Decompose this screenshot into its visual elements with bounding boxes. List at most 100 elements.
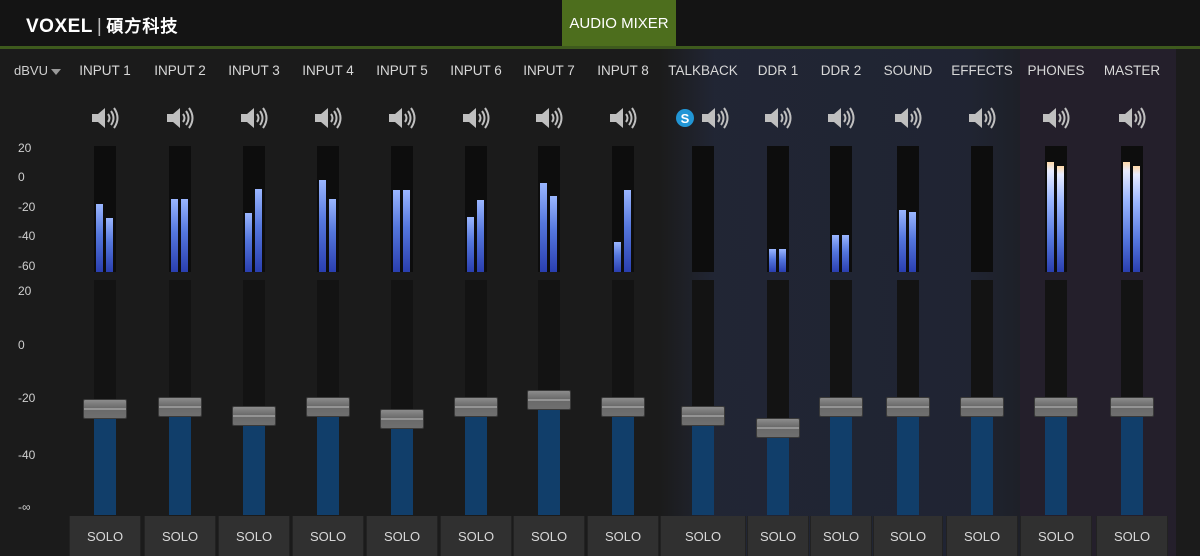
- fader-track[interactable]: [692, 280, 714, 515]
- level-meter: [391, 146, 413, 272]
- level-meter: [94, 146, 116, 272]
- brand-logo: VOXEL | 碩方科技: [26, 12, 178, 38]
- solo-button[interactable]: SOLO: [440, 516, 512, 556]
- fader-tick: 0: [18, 338, 25, 352]
- channel-label: INPUT 7: [523, 63, 575, 78]
- level-meter-right: [255, 189, 262, 272]
- speaker-icon[interactable]: [534, 104, 564, 132]
- fader-knob[interactable]: [527, 390, 571, 410]
- fader-fill: [830, 407, 852, 515]
- tab-audio-mixer[interactable]: AUDIO MIXER: [562, 0, 676, 46]
- channel-label: TALKBACK: [668, 63, 738, 78]
- level-meter-left: [899, 210, 906, 272]
- level-meter: [317, 146, 339, 272]
- fader-track[interactable]: [94, 280, 116, 515]
- fader-track[interactable]: [767, 280, 789, 515]
- fader-knob[interactable]: [960, 397, 1004, 417]
- fader-track[interactable]: [243, 280, 265, 515]
- speaker-icon[interactable]: [90, 104, 120, 132]
- solo-button[interactable]: SOLO: [946, 516, 1018, 556]
- level-meter: [897, 146, 919, 272]
- level-meter: [830, 146, 852, 272]
- fader-knob[interactable]: [232, 406, 276, 426]
- channel-label: INPUT 2: [154, 63, 206, 78]
- level-meter: [465, 146, 487, 272]
- solo-button[interactable]: SOLO: [810, 516, 872, 556]
- level-meter: [1121, 146, 1143, 272]
- solo-button[interactable]: SOLO: [660, 516, 746, 556]
- solo-button[interactable]: SOLO: [1096, 516, 1168, 556]
- fader-fill: [692, 416, 714, 515]
- fader-knob[interactable]: [83, 399, 127, 419]
- speaker-icon[interactable]: [608, 104, 638, 132]
- speaker-icon[interactable]: [165, 104, 195, 132]
- speaker-icon[interactable]: [387, 104, 417, 132]
- solo-button[interactable]: SOLO: [873, 516, 943, 556]
- speaker-icon[interactable]: [313, 104, 343, 132]
- scale-selector[interactable]: dBVU: [14, 63, 61, 78]
- fader-knob[interactable]: [158, 397, 202, 417]
- level-meter-right: [624, 190, 631, 272]
- level-meter-left: [832, 235, 839, 272]
- channel-label: EFFECTS: [951, 63, 1013, 78]
- solo-button[interactable]: SOLO: [218, 516, 290, 556]
- fader-fill: [1121, 407, 1143, 515]
- speaker-icon[interactable]: [763, 104, 793, 132]
- level-meter-left: [393, 190, 400, 272]
- fader-fill: [767, 428, 789, 515]
- level-meter: [1045, 146, 1067, 272]
- solo-button[interactable]: SOLO: [144, 516, 216, 556]
- level-meter-left: [1047, 162, 1054, 272]
- fader-fill: [538, 400, 560, 515]
- channel-label: INPUT 1: [79, 63, 131, 78]
- brand-separator: |: [96, 16, 103, 37]
- fader-knob[interactable]: [681, 406, 725, 426]
- meter-tick: -40: [18, 229, 36, 243]
- speaker-icon[interactable]: [461, 104, 491, 132]
- speaker-icon[interactable]: [893, 104, 923, 132]
- fader-track[interactable]: [391, 280, 413, 515]
- channel-label: DDR 2: [820, 63, 862, 78]
- fader-knob[interactable]: [1034, 397, 1078, 417]
- fader-tick: -40: [18, 448, 36, 462]
- scale-label: dBVU: [14, 63, 48, 78]
- solo-button[interactable]: SOLO: [747, 516, 809, 556]
- level-meter-right: [106, 218, 113, 272]
- brand-name: VOXEL: [26, 16, 93, 37]
- level-meter-left: [614, 242, 621, 272]
- speaker-icon[interactable]: [826, 104, 856, 132]
- speaker-icon[interactable]: [1041, 104, 1071, 132]
- solo-button[interactable]: SOLO: [292, 516, 364, 556]
- meter-tick: 20: [18, 141, 32, 155]
- fader-fill: [971, 407, 993, 515]
- level-meter-right: [1133, 166, 1140, 272]
- fader-fill: [897, 407, 919, 515]
- skype-icon[interactable]: S: [676, 109, 694, 127]
- fader-tick: -∞: [18, 500, 31, 514]
- fader-knob[interactable]: [380, 409, 424, 429]
- fader-knob[interactable]: [306, 397, 350, 417]
- solo-button[interactable]: SOLO: [513, 516, 585, 556]
- meter-tick: -60: [18, 259, 36, 273]
- solo-button[interactable]: SOLO: [69, 516, 141, 556]
- fader-fill: [1045, 407, 1067, 515]
- channel-label: MASTER: [1103, 63, 1161, 78]
- fader-knob[interactable]: [601, 397, 645, 417]
- solo-button[interactable]: SOLO: [1020, 516, 1092, 556]
- solo-button[interactable]: SOLO: [587, 516, 659, 556]
- speaker-icon[interactable]: [1117, 104, 1147, 132]
- brand-company: 碩方科技: [106, 17, 179, 37]
- solo-button[interactable]: SOLO: [366, 516, 438, 556]
- fader-knob[interactable]: [756, 418, 800, 438]
- fader-knob[interactable]: [819, 397, 863, 417]
- speaker-icon[interactable]: [239, 104, 269, 132]
- fader-fill: [465, 407, 487, 515]
- speaker-icon[interactable]: [700, 104, 730, 132]
- channel-label: INPUT 3: [228, 63, 280, 78]
- fader-knob[interactable]: [454, 397, 498, 417]
- fader-knob[interactable]: [1110, 397, 1154, 417]
- speaker-icon[interactable]: [967, 104, 997, 132]
- fader-fill: [317, 407, 339, 515]
- fader-knob[interactable]: [886, 397, 930, 417]
- level-meter-left: [245, 213, 252, 272]
